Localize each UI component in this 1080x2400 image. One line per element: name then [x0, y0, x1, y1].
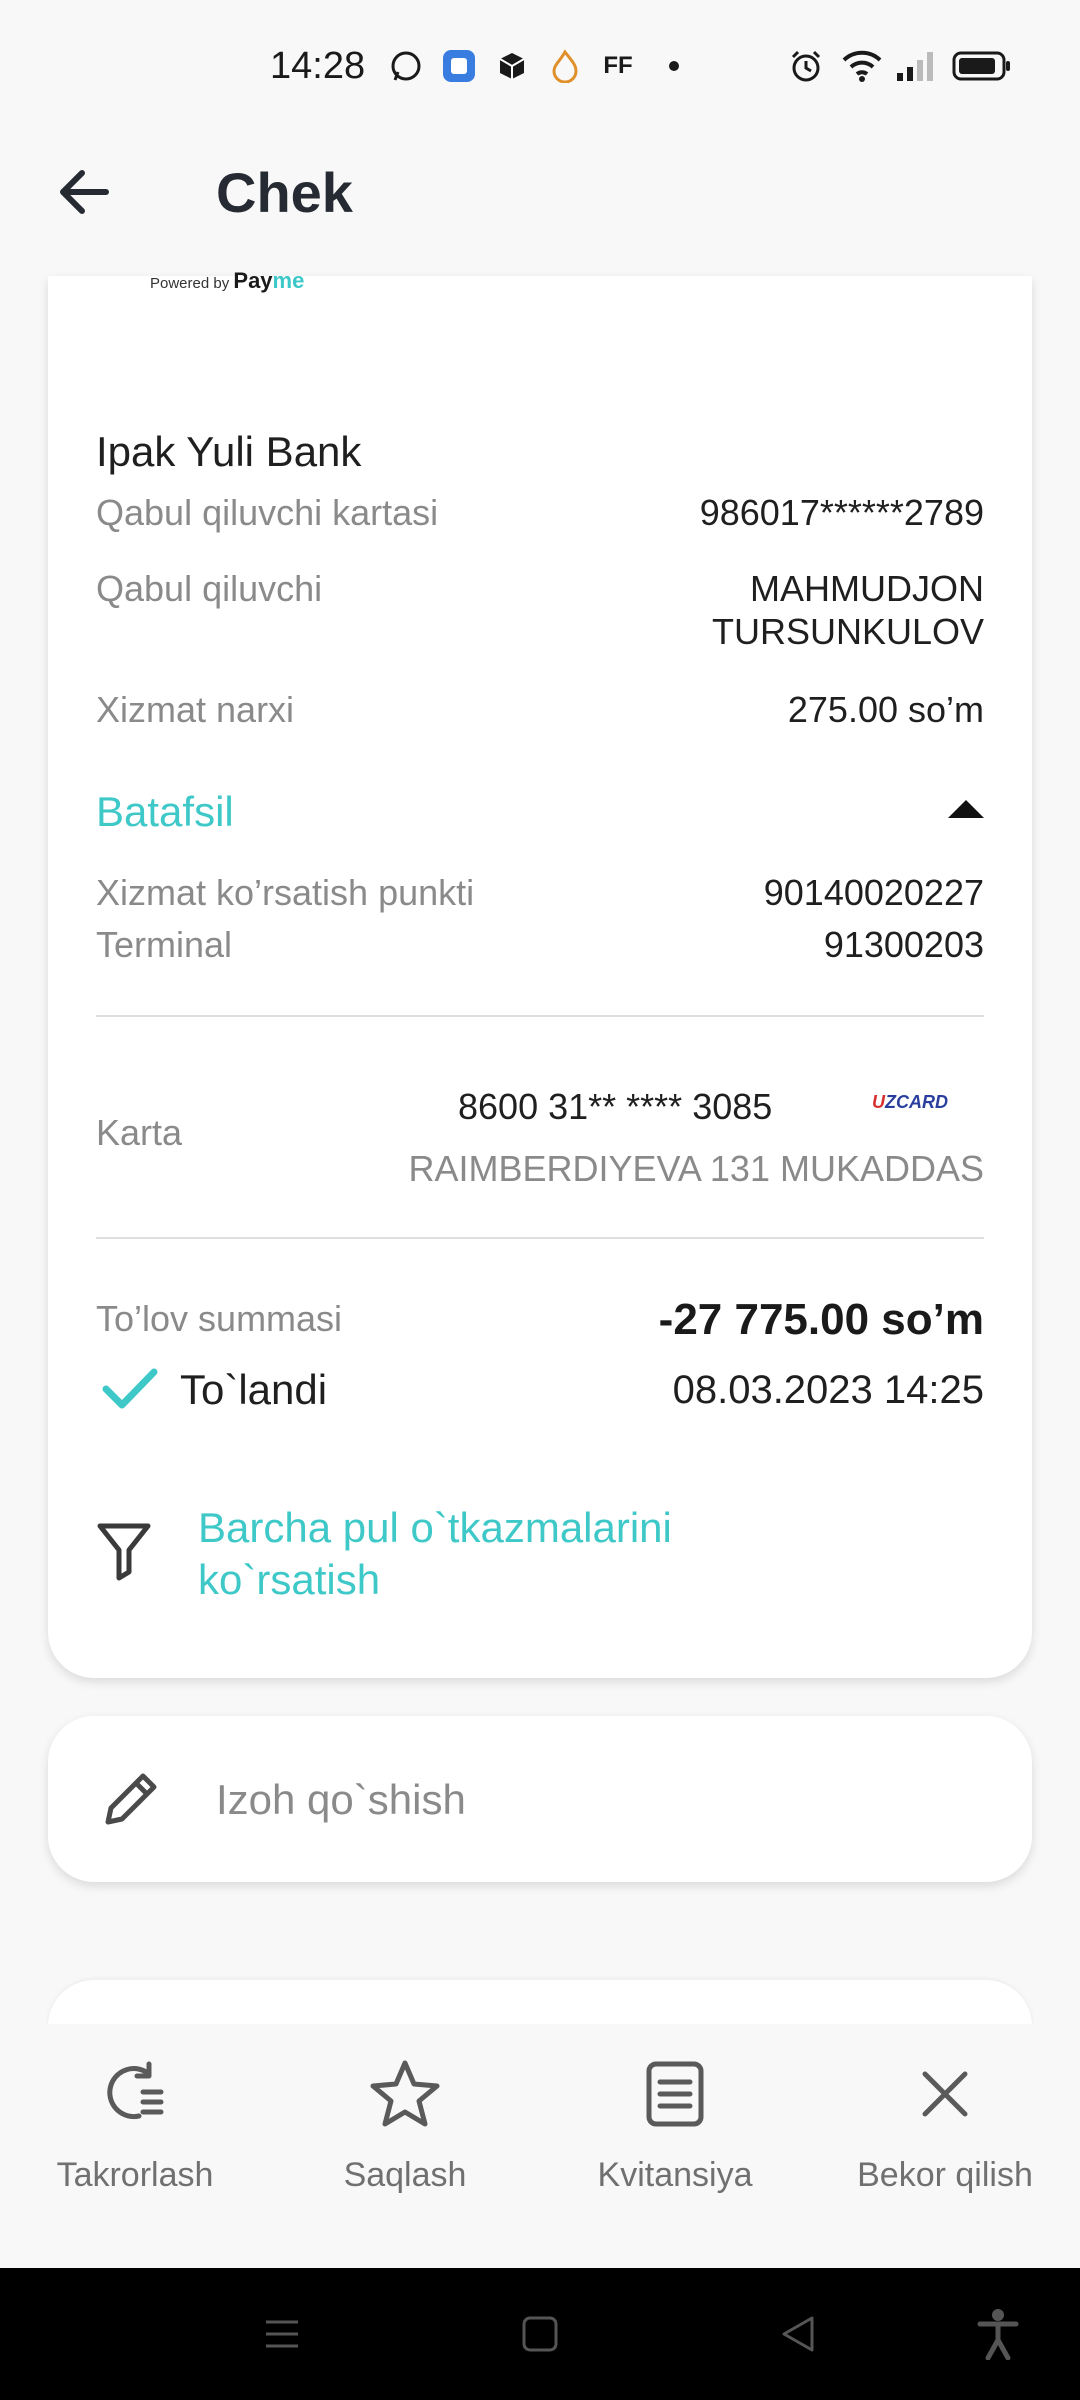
divider	[96, 1015, 984, 1017]
divider	[96, 1237, 984, 1239]
home-icon[interactable]	[520, 2314, 560, 2354]
flame-icon	[547, 48, 583, 84]
whatsapp-icon	[388, 48, 424, 84]
status-bar: 14:28 FF	[0, 0, 1080, 140]
signal-icon	[894, 48, 938, 84]
cancel-button[interactable]: Bekor qilish	[815, 2058, 1075, 2238]
repeat-icon	[107, 2061, 164, 2120]
recipient-label: Qabul qiluvchi	[96, 568, 323, 609]
show-all-transfers-link[interactable]: Barcha pul o`tkazmalarini ko`rsatish	[198, 1502, 672, 1606]
app-switch-icon	[441, 48, 477, 84]
amount-label: To’lov summasi	[96, 1298, 343, 1339]
save-label: Saqlash	[343, 2156, 467, 2194]
amount-value: -27 775.00 so’m	[658, 1295, 984, 1344]
card-holder: RAIMBERDIYEVA 131 MUKADDAS	[408, 1148, 984, 1189]
ff-notification-icon: FF	[603, 52, 633, 79]
recipient-card-value: 986017******2789	[699, 492, 984, 533]
repeat-button[interactable]: Takrorlash	[5, 2058, 265, 2238]
receipt-card	[48, 276, 1032, 1678]
powered-by-payme-logo: Powered by Payme	[150, 268, 305, 293]
page-title: Chek	[216, 161, 353, 224]
battery-icon	[950, 48, 1014, 84]
checkmark-icon	[100, 1364, 160, 1414]
bank-name: Ipak Yuli Bank	[96, 428, 362, 475]
receipt-button[interactable]: Kvitansiya	[545, 2058, 805, 2238]
wifi-icon	[840, 48, 884, 84]
menu-icon[interactable]	[262, 2314, 302, 2354]
card-label: Karta	[96, 1112, 183, 1153]
comment-placeholder[interactable]: Izoh qo`shish	[216, 1776, 466, 1824]
pencil-icon[interactable]	[100, 1766, 164, 1830]
terminal-label: Terminal	[96, 924, 233, 965]
accessibility-icon[interactable]	[976, 2308, 1020, 2360]
payment-datetime: 08.03.2023 14:25	[672, 1368, 984, 1412]
status-time: 14:28	[270, 45, 366, 87]
repeat-label: Takrorlash	[56, 2156, 214, 2194]
fee-label: Xizmat narxi	[96, 689, 295, 730]
cancel-label: Bekor qilish	[857, 2156, 1033, 2194]
recipient-card-label: Qabul qiluvchi kartasi	[96, 492, 439, 533]
alarm-icon	[788, 48, 824, 84]
box-icon	[494, 48, 530, 84]
recipient-name-line1: MAHMUDJON	[750, 568, 984, 609]
back-arrow-icon[interactable]	[54, 160, 118, 224]
back-nav-icon[interactable]	[778, 2314, 818, 2354]
fee-value: 275.00 so’m	[787, 689, 984, 730]
uzcard-logo: UZCARD	[872, 1092, 948, 1112]
star-icon	[370, 2060, 440, 2127]
save-button[interactable]: Saqlash	[275, 2058, 535, 2238]
terminal-value: 91300203	[823, 924, 984, 965]
service-point-value: 90140020227	[763, 872, 984, 913]
system-nav-bar	[0, 2268, 1080, 2400]
add-comment-field[interactable]	[48, 1716, 1032, 1882]
card-number: 8600 31** **** 3085	[458, 1086, 773, 1127]
service-point-label: Xizmat ko’rsatish punkti	[96, 872, 475, 913]
receipt-label: Kvitansiya	[597, 2156, 753, 2194]
filter-icon[interactable]	[96, 1520, 152, 1582]
close-icon	[922, 2071, 968, 2117]
collapse-triangle-icon[interactable]	[946, 796, 986, 822]
more-notifications-dot-icon	[656, 48, 692, 84]
details-toggle[interactable]: Batafsil	[96, 788, 234, 836]
receipt-icon	[646, 2061, 704, 2127]
payment-status: To`landi	[180, 1366, 328, 1413]
recipient-name-line2: TURSUNKULOV	[711, 611, 984, 652]
